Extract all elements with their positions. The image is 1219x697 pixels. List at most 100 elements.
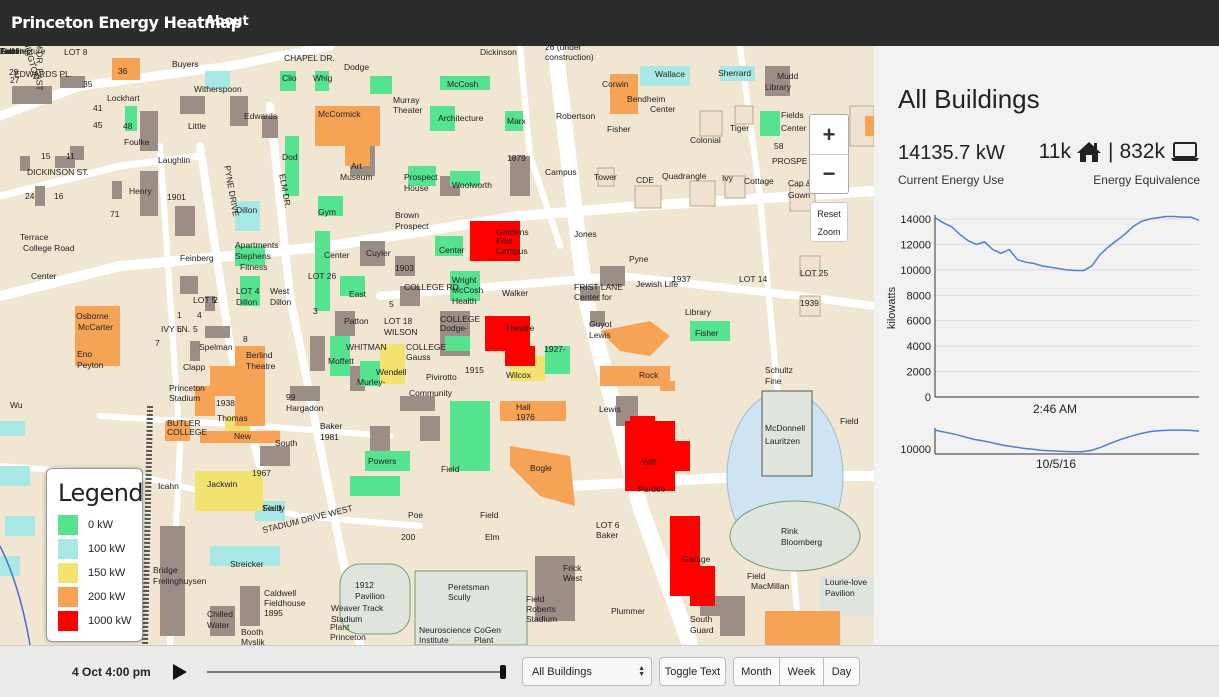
map-label: Myslik (241, 637, 265, 645)
map-label: Poe (408, 510, 424, 520)
time-slider-track[interactable] (207, 671, 505, 673)
map-label: MacMillan (751, 581, 790, 591)
navbar: Princeton Energy Heatmap About (0, 0, 1219, 46)
map-label: 36 (118, 66, 128, 76)
map-label: Dodge (344, 62, 370, 72)
map-label: Health (452, 296, 477, 306)
month-button[interactable]: Month (733, 657, 780, 686)
map-label: Woolworth (452, 180, 492, 190)
map-label: Theater (393, 105, 423, 115)
map-label: Fine (765, 376, 782, 386)
map-label: Frelinghuysen (153, 576, 207, 586)
map-label: Terrace (20, 232, 49, 242)
map-label: 1938 (216, 398, 235, 408)
time-slider-thumb[interactable] (500, 665, 506, 679)
map-label: Caldwell (264, 588, 297, 598)
legend-item: 0 kW (58, 515, 113, 535)
map-label: Center (324, 250, 350, 260)
map-label: Quadrangle (662, 171, 707, 181)
map-label: Buyers (172, 59, 199, 69)
map-label: Osborne (76, 311, 109, 321)
map-label: Powers (368, 456, 397, 466)
map-label: Guyot (589, 319, 612, 329)
map-label: Baker (596, 530, 619, 540)
zoom-in-button[interactable]: + (810, 115, 848, 154)
map-label: 2 (213, 295, 218, 305)
reset-zoom-button[interactable]: Reset Zoom (810, 202, 848, 242)
day-button[interactable]: Day (823, 657, 860, 686)
building-select-value: All Buildings (532, 666, 592, 678)
map-label: Garage (682, 554, 711, 564)
map-label: Hall (516, 402, 531, 412)
map-label: 1879 (507, 153, 526, 163)
map-label: Cottage (744, 176, 774, 186)
map-label: Tiger (730, 123, 750, 133)
map-label: 15 (41, 151, 51, 161)
legend-item: 200 kW (58, 587, 125, 607)
map-label: Plant (330, 622, 350, 632)
sidebar-title: All Buildings (898, 84, 1040, 114)
map-label: McCosh (447, 79, 479, 89)
y-tick-label: 2000 (907, 367, 931, 379)
energy-line-chart[interactable]: 0 2000 4000 6000 8000 10000 12000 14000 kilowatt… (874, 206, 1219, 436)
map-label: Stadium (169, 393, 201, 403)
map-label: Little (188, 121, 206, 131)
map-label: Wallace (655, 69, 685, 79)
map-label: LOT 6 (596, 520, 620, 530)
map-label: 200 (401, 532, 416, 542)
map-label: FRIST LANE (574, 282, 623, 292)
map-label: Stephens (235, 251, 271, 261)
map-label: Stadium (526, 614, 558, 624)
map-label: Berlind (246, 350, 273, 360)
map-label: Apartments (235, 240, 279, 250)
map-label: New (234, 431, 252, 441)
current-time: 4 Oct 4:00 pm (72, 665, 151, 679)
map-label: Lewis (599, 404, 621, 414)
map-label: Wendell (376, 367, 407, 377)
zoom-control: + − (809, 114, 849, 194)
map-label: Field (526, 594, 545, 604)
map-label: 1912 (355, 580, 374, 590)
map-label: Institute (419, 635, 449, 645)
select-arrows-icon: ▲ ▼ (638, 665, 645, 678)
map-label: Laughlin (158, 155, 191, 165)
map-label: LOT 8 (64, 47, 88, 57)
toggle-text-button[interactable]: Toggle Text (659, 657, 726, 686)
campus-map[interactable]: LOT 8 Buyers CHAPEL DR. Dodge Dickinson 26 (u… (0, 46, 874, 645)
map-label: Eno (77, 349, 93, 359)
x-tick-label: 2:46 AM (1033, 402, 1077, 416)
map-label: Dickinson (480, 47, 517, 57)
map-label: Colonial (690, 135, 721, 145)
nav-about-link[interactable]: About (205, 14, 249, 29)
current-energy-value: 14135.7 kW (898, 142, 1005, 164)
map-label: Princeton (330, 632, 366, 642)
map-label: East (349, 289, 367, 299)
map-label: Museum (340, 172, 373, 182)
legend-title: Legend (58, 479, 144, 507)
map-label: Rink (781, 526, 799, 536)
map-label: Center (650, 104, 676, 114)
play-icon[interactable] (172, 663, 188, 681)
zoom-out-button[interactable]: − (810, 154, 848, 193)
map-label: 1981 (320, 432, 339, 442)
map-label: Pavilion (825, 588, 855, 598)
map-label: Plant (474, 635, 494, 645)
map-label: PROSPE (772, 156, 808, 166)
week-button[interactable]: Week (779, 657, 824, 686)
mini-y-tick-label: 10000 (900, 444, 931, 456)
map-label: Wilcox (506, 370, 532, 380)
map-label: Edwards (244, 111, 278, 121)
map-label: Scully (448, 592, 471, 602)
legend-label: 0 kW (88, 519, 114, 531)
energy-equivalence-label: Energy Equivalence (1093, 173, 1200, 187)
map-label: Cuyler (366, 248, 391, 258)
map-label: Fisher (695, 328, 719, 338)
map-label: 1901 (167, 192, 186, 202)
map-label: Neuroscience (419, 625, 471, 635)
legend-label: 1000 kW (88, 615, 132, 627)
map-label: Chilled (207, 609, 233, 619)
map-label: Murray (393, 95, 420, 105)
building-select[interactable]: All Buildings ▲ ▼ (522, 657, 652, 686)
energy-overview-chart[interactable]: 10000 10/5/16 (874, 424, 1219, 474)
map-label: Library (685, 307, 711, 317)
